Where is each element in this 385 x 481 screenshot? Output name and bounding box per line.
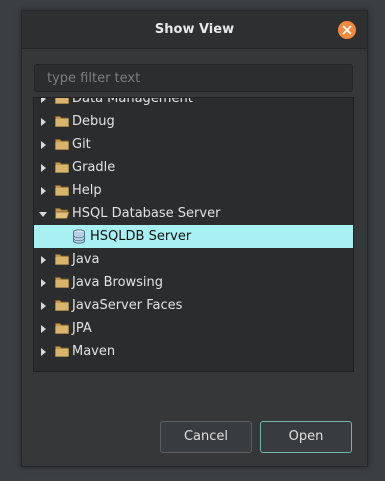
expand-arrow-right-icon[interactable] xyxy=(41,302,46,310)
tree-folder-item[interactable]: Java Browsing xyxy=(34,271,353,294)
database-icon xyxy=(72,229,86,248)
close-button[interactable] xyxy=(338,21,356,39)
folder-icon xyxy=(55,253,69,269)
tree-item-label: HSQLDB Server xyxy=(90,229,192,244)
view-tree[interactable]: Data Management Debug Git Gradle Help HSQL Da… xyxy=(33,97,354,372)
tree-item-label: Data Management xyxy=(72,97,193,106)
title-bar: Show View xyxy=(22,11,367,49)
expand-arrow-right-icon[interactable] xyxy=(41,325,46,333)
tree-item-label: Gradle xyxy=(72,160,116,175)
show-view-dialog: Show View Data Management Debug Git Gradle H… xyxy=(21,10,368,467)
folder-icon xyxy=(55,322,69,338)
folder-icon xyxy=(55,299,69,315)
tree-folder-item[interactable]: Git xyxy=(34,133,353,156)
expand-arrow-right-icon[interactable] xyxy=(41,348,46,356)
folder-icon xyxy=(55,98,69,108)
tree-folder-item[interactable]: Gradle xyxy=(34,156,353,179)
tree-folder-item[interactable]: HSQL Database Server xyxy=(34,202,353,225)
expand-arrow-right-icon[interactable] xyxy=(41,141,46,149)
tree-item-label: Maven xyxy=(72,344,116,359)
expand-arrow-right-icon[interactable] xyxy=(41,279,46,287)
expand-arrow-right-icon[interactable] xyxy=(41,164,46,172)
cancel-button[interactable]: Cancel xyxy=(160,421,252,453)
expand-arrow-right-icon[interactable] xyxy=(41,118,46,126)
tree-item-label: Java xyxy=(72,252,100,267)
close-icon xyxy=(342,25,352,35)
open-button[interactable]: Open xyxy=(260,421,352,453)
tree-folder-item[interactable]: Help xyxy=(34,179,353,202)
dialog-title: Show View xyxy=(154,22,235,37)
folder-icon xyxy=(55,184,69,200)
tree-item-label: Java Browsing xyxy=(72,275,164,290)
tree-folder-item[interactable]: Java xyxy=(34,248,353,271)
tree-child-item[interactable]: HSQLDB Server xyxy=(34,225,353,248)
expand-arrow-right-icon[interactable] xyxy=(41,98,46,103)
tree-item-label: HSQL Database Server xyxy=(72,206,221,221)
tree-folder-item[interactable]: JPA xyxy=(34,317,353,340)
expand-arrow-right-icon[interactable] xyxy=(41,187,46,195)
tree-list: Data Management Debug Git Gradle Help HSQL Da… xyxy=(34,97,353,363)
tree-item-label: JavaServer Faces xyxy=(72,298,183,313)
tree-folder-item[interactable]: JavaServer Faces xyxy=(34,294,353,317)
tree-item-label: JPA xyxy=(72,321,92,336)
tree-item-label: Git xyxy=(72,137,91,152)
tree-item-label: Debug xyxy=(72,114,115,129)
tree-folder-item[interactable]: Data Management xyxy=(34,97,353,110)
folder-icon xyxy=(55,138,69,154)
expand-arrow-down-icon[interactable] xyxy=(39,212,47,217)
folder-icon xyxy=(55,115,69,131)
expand-arrow-right-icon[interactable] xyxy=(41,256,46,264)
folder-open-icon xyxy=(55,207,70,223)
folder-icon xyxy=(55,276,69,292)
tree-item-label: Help xyxy=(72,183,102,198)
filter-input[interactable] xyxy=(34,64,353,92)
folder-icon xyxy=(55,345,69,361)
tree-folder-item[interactable]: Debug xyxy=(34,110,353,133)
folder-icon xyxy=(55,161,69,177)
tree-folder-item[interactable]: Maven xyxy=(34,340,353,363)
